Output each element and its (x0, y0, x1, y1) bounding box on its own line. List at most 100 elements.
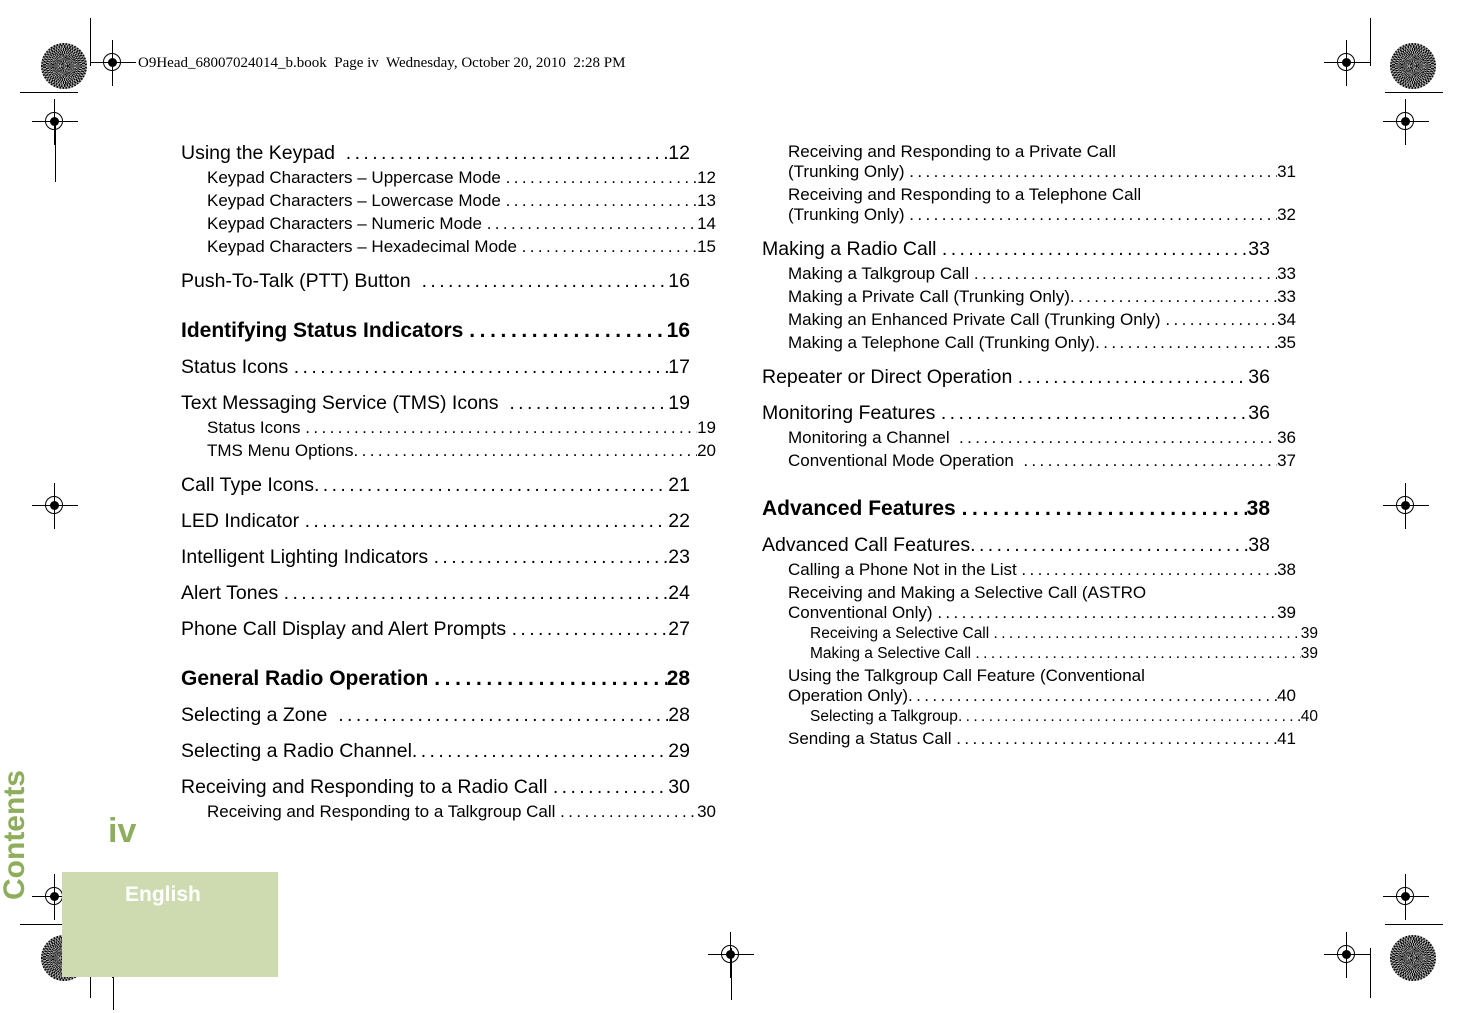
toc-page-number: 20 (697, 441, 716, 460)
dot-leader: ........................................… (509, 392, 669, 414)
toc-section-entry[interactable]: General Radio Operation ................… (181, 667, 690, 691)
toc-column-right: Receiving and Responding to a Private Ca… (762, 142, 1318, 749)
toc-entry[interactable]: Monitoring Features ....................… (762, 402, 1270, 425)
toc-entry[interactable]: Receiving a Selective Call .............… (810, 625, 1318, 643)
toc-entry-label: Phone Call Display and Alert Prompts (181, 618, 512, 640)
toc-entry-label: Status Icons (181, 356, 294, 378)
toc-entry[interactable]: Monitoring a Channel ...................… (788, 428, 1296, 448)
toc-entry[interactable]: Making a Private Call (Trunking Only)...… (788, 287, 1296, 307)
toc-entry-label: Operation Only) (788, 686, 908, 705)
toc-entry[interactable]: Advanced Call Features..................… (762, 534, 1270, 557)
toc-entry-label: Receiving a Selective Call (810, 625, 994, 642)
language-label: English (125, 883, 201, 906)
toc-entry[interactable]: Making a Radio Call ....................… (762, 238, 1270, 261)
toc-entry-label: Keypad Characters – Lowercase Mode (207, 191, 506, 210)
dot-leader: ........................................… (937, 603, 1277, 622)
toc-page-number: 40 (1300, 708, 1318, 725)
toc-entry-label: Call Type Icons (181, 474, 314, 496)
toc-page-number: 35 (1277, 333, 1296, 352)
toc-page-number: 41 (1277, 729, 1296, 748)
toc-entry[interactable]: Sending a Status Call ..................… (788, 729, 1296, 749)
dot-leader: ........................................… (1095, 333, 1277, 352)
toc-page-number: 38 (1248, 534, 1270, 556)
toc-column-left: Using the Keypad .......................… (181, 142, 716, 822)
contents-side-tab: Contents (0, 770, 31, 900)
registration-target-mid-left (32, 483, 78, 529)
toc-page-number: 39 (1300, 645, 1318, 662)
toc-entry[interactable]: TMS Menu Options........................… (207, 441, 716, 461)
toc-entry[interactable]: Status Icons ...........................… (207, 418, 716, 438)
toc-entry[interactable]: Receiving and Making a Selective Call (A… (788, 583, 1296, 623)
toc-entry[interactable]: Selecting a Talkgroup...................… (810, 708, 1318, 726)
dot-leader: ........................................… (469, 319, 667, 342)
registration-target-lower-right (1383, 874, 1429, 920)
toc-page-number: 22 (668, 510, 690, 532)
toc-entry-label: Monitoring Features (762, 402, 941, 424)
toc-page-number: 39 (1300, 625, 1318, 642)
toc-entry[interactable]: Making a Selective Call ................… (810, 645, 1318, 663)
toc-entry[interactable]: Conventional Mode Operation ............… (788, 451, 1296, 471)
toc-entry[interactable]: Selecting a Radio Channel...............… (181, 740, 690, 763)
toc-entry-label: Repeater or Direct Operation (762, 366, 1018, 388)
toc-page-number: 16 (668, 270, 690, 292)
toc-entry[interactable]: Making a Telephone Call (Trunking Only).… (788, 333, 1296, 353)
registration-target-upper-right-inner (1383, 99, 1429, 145)
toc-entry-label: Push-To-Talk (PTT) Button (181, 270, 422, 292)
dot-leader: ........................................… (338, 704, 668, 726)
toc-entry-label: Monitoring a Channel (788, 428, 960, 447)
toc-entry[interactable]: Repeater or Direct Operation ...........… (762, 366, 1270, 389)
toc-entry[interactable]: Calling a Phone Not in the List ........… (788, 560, 1296, 580)
toc-entry-continuation: (Trunking Only) ........................… (788, 162, 1296, 182)
toc-entry[interactable]: Keypad Characters – Numeric Mode .......… (207, 214, 716, 234)
toc-entry[interactable]: Receiving and Responding to a Talkgroup … (207, 802, 716, 822)
toc-entry[interactable]: Selecting a Zone .......................… (181, 704, 690, 727)
page-canvas: O9Head_68007024014_b.book Page iv Wednes… (0, 0, 1462, 1013)
toc-entry[interactable]: Receiving and Responding to a Radio Call… (181, 776, 690, 799)
dot-leader: ........................................… (353, 441, 698, 460)
toc-entry-label: General Radio Operation (181, 667, 435, 690)
toc-entry[interactable]: Keypad Characters – Uppercase Mode .....… (207, 168, 716, 188)
toc-page-number: 24 (668, 582, 690, 604)
toc-page-number: 31 (1277, 162, 1296, 181)
toc-entry[interactable]: Making an Enhanced Private Call (Trunkin… (788, 310, 1296, 330)
dot-leader: ........................................… (909, 162, 1277, 181)
toc-entry[interactable]: Keypad Characters – Hexadecimal Mode ...… (207, 237, 716, 257)
toc-page-number: 30 (697, 802, 716, 821)
toc-page-number: 40 (1277, 686, 1296, 705)
toc-entry[interactable]: Push-To-Talk (PTT) Button ..............… (181, 270, 690, 293)
toc-entry[interactable]: Status Icons ...........................… (181, 356, 690, 379)
toc-entry[interactable]: Using the Keypad .......................… (181, 142, 690, 165)
toc-entry[interactable]: Receiving and Responding to a Private Ca… (788, 142, 1296, 182)
toc-entry[interactable]: Call Type Icons.........................… (181, 474, 690, 497)
toc-section-entry[interactable]: Advanced Features ......................… (762, 497, 1270, 521)
toc-page-number: 30 (668, 776, 690, 798)
dot-leader: ........................................… (970, 534, 1249, 556)
toc-entry[interactable]: Using the Talkgroup Call Feature (Conven… (788, 666, 1296, 706)
toc-entry[interactable]: Text Messaging Service (TMS) Icons .....… (181, 392, 690, 415)
crop-mark-top-left-vertical (90, 18, 91, 66)
toc-entry[interactable]: Keypad Characters – Lowercase Mode .....… (207, 191, 716, 211)
toc-page-number: 28 (666, 667, 690, 690)
toc-section-entry[interactable]: Identifying Status Indicators ..........… (181, 319, 690, 343)
toc-entry[interactable]: Making a Talkgroup Call ................… (788, 264, 1296, 284)
dot-leader: ........................................… (505, 191, 697, 210)
toc-page-number: 19 (668, 392, 690, 414)
toc-entry[interactable]: Phone Call Display and Alert Prompts ...… (181, 618, 690, 641)
toc-entry-label-line1: Using the Talkgroup Call Feature (Conven… (788, 666, 1145, 685)
toc-entry-label: TMS Menu Options (207, 441, 354, 460)
toc-entry[interactable]: Intelligent Lighting Indicators ........… (181, 546, 690, 569)
toc-entry-label: Making a Radio Call (762, 238, 942, 260)
toc-entry-label: LED Indicator (181, 510, 305, 532)
toc-entry[interactable]: LED Indicator ..........................… (181, 510, 690, 533)
registration-rosette-bottom-right (1390, 935, 1436, 981)
dot-leader: ........................................… (909, 205, 1277, 224)
toc-entry[interactable]: Receiving and Responding to a Telephone … (788, 185, 1296, 225)
toc-page-number: 36 (1277, 428, 1296, 447)
dot-leader: ........................................… (304, 510, 669, 532)
toc-entry-label: Status Icons (207, 418, 306, 437)
toc-page-number: 12 (697, 168, 716, 187)
toc-entry[interactable]: Alert Tones ............................… (181, 582, 690, 605)
registration-rosette-top-right (1390, 43, 1436, 89)
toc-entry-label: Selecting a Talkgroup (810, 708, 958, 725)
toc-page-number: 37 (1277, 451, 1296, 470)
